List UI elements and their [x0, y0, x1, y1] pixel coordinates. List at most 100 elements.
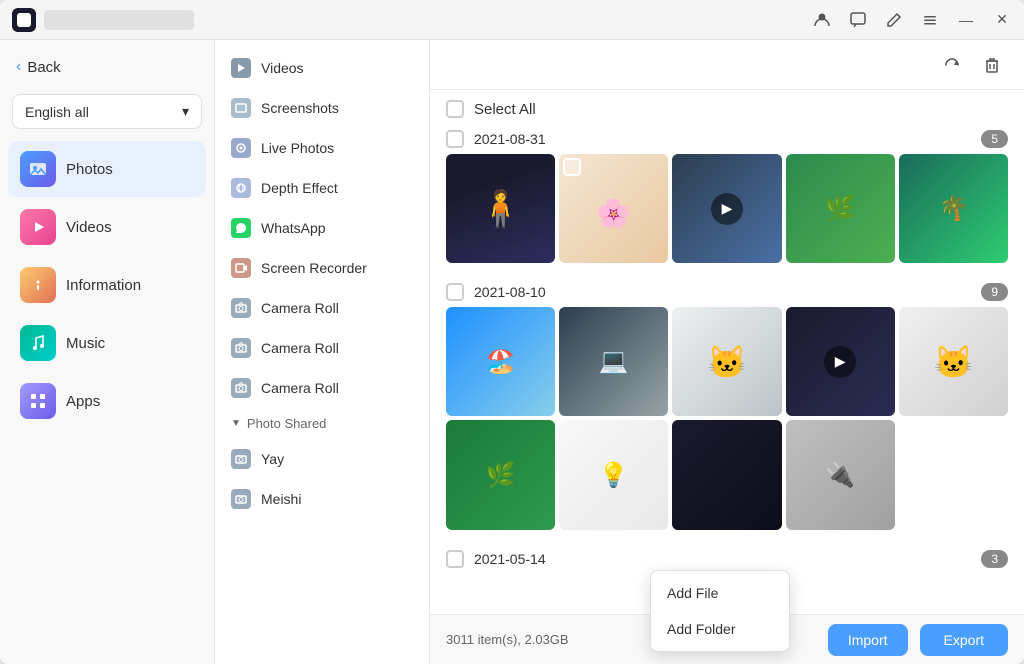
import-button[interactable]: Import [828, 624, 908, 656]
titlebar-title [44, 10, 194, 30]
category-screenshots[interactable]: Screenshots [215, 88, 429, 128]
menu-icon[interactable] [920, 10, 940, 30]
album-meishi-label: Meishi [261, 491, 301, 507]
album-yay-icon [231, 449, 251, 469]
photo-thumb[interactable]: 💡 [559, 420, 668, 529]
category-depth-effect[interactable]: Depth Effect [215, 168, 429, 208]
category-screenshots-label: Screenshots [261, 100, 339, 116]
category-live-label: Live Photos [261, 140, 334, 156]
photo-thumb[interactable]: 🐱 [672, 307, 781, 416]
date-count-20210810: 9 [981, 283, 1008, 301]
date-label-20210514: 2021-05-14 [474, 551, 546, 567]
category-camera2-icon [231, 338, 251, 358]
category-depth-label: Depth Effect [261, 180, 338, 196]
back-button[interactable]: ‹ Back [0, 48, 214, 86]
sidebar-item-photos[interactable]: Photos [8, 141, 206, 197]
language-dropdown[interactable]: English all ▾ [12, 94, 202, 129]
photo-thumb-video[interactable]: ▶ [672, 154, 781, 263]
sidebar-label-music: Music [66, 335, 105, 352]
date-section-20210810: 2021-08-10 9 🏖️ 💻 🐱 [446, 275, 1008, 529]
photo-shared-header[interactable]: ▼ Photo Shared [215, 408, 429, 439]
comment-icon[interactable] [848, 10, 868, 30]
photo-thumb[interactable]: 🧍 [446, 154, 555, 263]
category-camera-roll-1[interactable]: Camera Roll [215, 288, 429, 328]
sidebar-item-information[interactable]: Information [8, 257, 206, 313]
category-screenshots-icon [231, 98, 251, 118]
photo-thumb-video2[interactable]: ▶ [786, 307, 895, 416]
select-all-label: Select All [474, 101, 536, 118]
back-label: Back [27, 59, 60, 76]
category-videos[interactable]: Videos [215, 48, 429, 88]
photo-thumb[interactable] [672, 420, 781, 529]
middle-panel: Videos Screenshots Live Photos Depth Eff… [215, 40, 430, 664]
sidebar: ‹ Back English all ▾ Photos V [0, 40, 215, 664]
date-checkbox-20210514[interactable] [446, 550, 464, 568]
context-menu-add-file[interactable]: Add File [651, 575, 789, 611]
export-button[interactable]: Export [920, 624, 1008, 656]
date-count-20210831: 5 [981, 130, 1008, 148]
sidebar-nav: Photos Videos Information [0, 137, 214, 664]
category-depth-icon [231, 178, 251, 198]
album-yay[interactable]: Yay [215, 439, 429, 479]
sidebar-item-music[interactable]: Music [8, 315, 206, 371]
delete-button[interactable] [976, 49, 1008, 81]
videos-icon [20, 209, 56, 245]
select-all-row: Select All [430, 90, 1024, 122]
close-button[interactable]: ✕ [992, 10, 1012, 30]
photo-thumb[interactable]: 🌴 [899, 154, 1008, 263]
titlebar: — ✕ [0, 0, 1024, 40]
album-meishi[interactable]: Meishi [215, 479, 429, 519]
category-camera3-icon [231, 378, 251, 398]
photo-thumb[interactable]: 🌿 [786, 154, 895, 263]
photo-thumb[interactable]: 🌿 [446, 420, 555, 529]
edit-icon[interactable] [884, 10, 904, 30]
category-live-photos[interactable]: Live Photos [215, 128, 429, 168]
photo-thumb[interactable]: 🌸 [559, 154, 668, 263]
photo-thumb[interactable]: 🐱 [899, 307, 1008, 416]
album-yay-label: Yay [261, 451, 284, 467]
date-header-20210514: 2021-05-14 3 [446, 542, 1008, 574]
category-whatsapp-label: WhatsApp [261, 220, 326, 236]
category-videos-label: Videos [261, 60, 304, 76]
category-screen-recorder[interactable]: Screen Recorder [215, 248, 429, 288]
date-checkbox-20210810[interactable] [446, 283, 464, 301]
photo-grid-20210831: 🧍 🌸 ▶ 🌿 [446, 154, 1008, 263]
category-recorder-label: Screen Recorder [261, 260, 367, 276]
date-section-20210514: 2021-05-14 3 [446, 542, 1008, 574]
user-icon[interactable] [812, 10, 832, 30]
back-arrow-icon: ‹ [16, 58, 21, 76]
photo-area: 2021-08-31 5 🧍 🌸 ▶ [430, 122, 1024, 614]
photo-thumb[interactable]: 🔌 [786, 420, 895, 529]
photo-thumb[interactable]: 🏖️ [446, 307, 555, 416]
photo-thumb[interactable]: 💻 [559, 307, 668, 416]
section-arrow-icon: ▼ [231, 418, 241, 429]
context-menu: Add File Add Folder [650, 570, 790, 652]
date-label-20210831: 2021-08-31 [474, 131, 546, 147]
apps-icon [20, 383, 56, 419]
category-whatsapp[interactable]: WhatsApp [215, 208, 429, 248]
play-button[interactable]: ▶ [672, 154, 781, 263]
sidebar-item-videos[interactable]: Videos [8, 199, 206, 255]
toolbar-actions [936, 49, 1008, 81]
category-camera1-icon [231, 298, 251, 318]
information-icon [20, 267, 56, 303]
minimize-button[interactable]: — [956, 10, 976, 30]
sidebar-label-photos: Photos [66, 161, 113, 178]
play-button-2[interactable]: ▶ [786, 307, 895, 416]
date-count-20210514: 3 [981, 550, 1008, 568]
photo-checkbox[interactable] [563, 158, 581, 176]
main-content: ‹ Back English all ▾ Photos V [0, 40, 1024, 664]
category-camera-roll-2[interactable]: Camera Roll [215, 328, 429, 368]
category-camera-roll-3[interactable]: Camera Roll [215, 368, 429, 408]
sidebar-item-apps[interactable]: Apps [8, 373, 206, 429]
category-videos-icon [231, 58, 251, 78]
select-all-checkbox[interactable] [446, 100, 464, 118]
context-menu-add-folder[interactable]: Add Folder [651, 611, 789, 647]
category-recorder-icon [231, 258, 251, 278]
play-circle-icon: ▶ [824, 346, 856, 378]
photo-grid-20210810: 🏖️ 💻 🐱 ▶ [446, 307, 1008, 529]
music-icon [20, 325, 56, 361]
category-camera3-label: Camera Roll [261, 380, 339, 396]
date-checkbox-20210831[interactable] [446, 130, 464, 148]
refresh-button[interactable] [936, 49, 968, 81]
